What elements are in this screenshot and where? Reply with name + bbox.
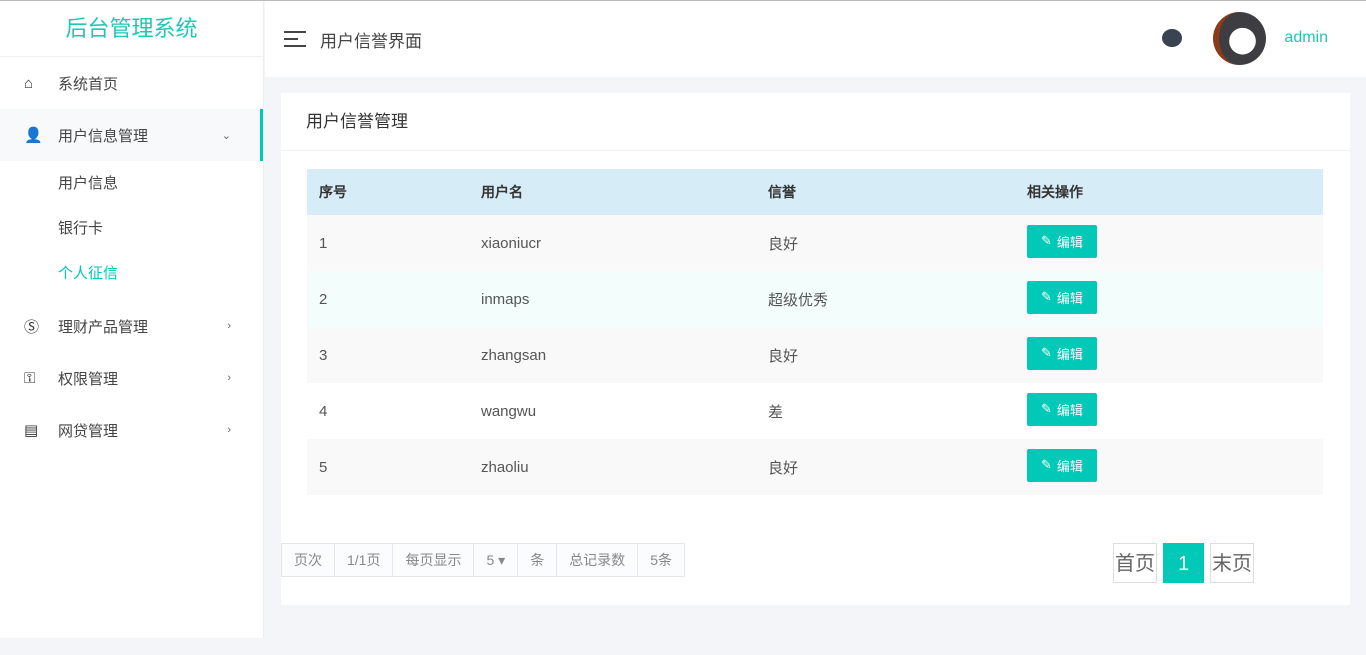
col-header: 相关操作 (1015, 169, 1323, 215)
cell-index: 3 (307, 327, 469, 383)
edit-label: 编辑 (1056, 402, 1083, 418)
sidebar-item-label: 权限管理 (58, 370, 119, 388)
table-row: 2 inmaps 超级优秀 ✎ 编辑 (307, 271, 1323, 327)
sidebar-item-permissions[interactable]: ⚿ 权限管理 › (0, 352, 263, 404)
col-header: 信誉 (756, 169, 1015, 215)
last-page-button[interactable]: 末页 (1210, 543, 1254, 583)
sidebar-item-label: 网贷管理 (58, 422, 119, 440)
pencil-icon: ✎ (1041, 401, 1052, 416)
cell-index: 1 (307, 215, 469, 271)
edit-button[interactable]: ✎ 编辑 (1027, 392, 1097, 426)
cell-index: 5 (307, 439, 469, 495)
home-icon: ⌂ (24, 74, 34, 92)
chevron-right-icon: › (227, 372, 231, 384)
unit-label: 条 (518, 544, 558, 576)
pencil-icon: ✎ (1041, 233, 1052, 248)
edit-button[interactable]: ✎ 编辑 (1027, 448, 1097, 482)
edit-label: 编辑 (1056, 458, 1083, 474)
table-row: 1 xiaoniucr 良好 ✎ 编辑 (307, 215, 1323, 271)
pager: 首页 1 末页 (1113, 543, 1254, 583)
table-row: 3 zhangsan 良好 ✎ 编辑 (307, 327, 1323, 383)
card-title: 用户信誉管理 (281, 93, 1350, 151)
app-logo: 后台管理系统 (0, 1, 263, 57)
pencil-icon: ✎ (1041, 457, 1052, 472)
col-header: 序号 (307, 169, 469, 215)
sidebar-item-label: 用户信息管理 (58, 127, 149, 145)
per-page-select[interactable]: 5 ▾ (474, 544, 519, 576)
key-icon: ⚿ (24, 369, 36, 387)
first-page-button[interactable]: 首页 (1113, 543, 1157, 583)
pagination-info: 页次 1/1页 每页显示 5 ▾ 条 总记录数 5条 (281, 543, 685, 577)
sidebar-item-user-info[interactable]: 👤 用户信息管理 ⌄ (0, 109, 263, 161)
sidebar-item-loans[interactable]: ▤ 网贷管理 › (0, 404, 263, 456)
page-title: 用户信誉界面 (320, 31, 422, 51)
skype-icon: Ⓢ (24, 318, 40, 336)
table-row: 5 zhaoliu 良好 ✎ 编辑 (307, 439, 1323, 495)
sidebar-item-label: 系统首页 (58, 75, 119, 93)
page-value: 1/1页 (335, 544, 394, 576)
username[interactable]: admin (1284, 29, 1328, 47)
edit-label: 编辑 (1056, 234, 1083, 250)
palette-icon[interactable] (1162, 29, 1182, 47)
sidebar-sub-bank-card[interactable]: 银行卡 (0, 206, 263, 251)
total-value: 5条 (638, 544, 684, 576)
edit-button[interactable]: ✎ 编辑 (1027, 224, 1097, 258)
cell-index: 2 (307, 271, 469, 327)
sidebar-sub-user-info[interactable]: 用户信息 (0, 161, 263, 206)
edit-button[interactable]: ✎ 编辑 (1027, 280, 1097, 314)
cell-username: wangwu (481, 402, 537, 420)
cell-index: 4 (319, 402, 328, 420)
content-card: 用户信誉管理 序号 用户名 信誉 相关操作 1 xiaoniucr 良好 ✎ 编辑 2 in… (281, 93, 1350, 605)
message-icon: ▤ (24, 422, 39, 439)
sidebar-item-label: 理财产品管理 (58, 318, 149, 336)
table-row: 4 wangwu 差 ✎ 编辑 (307, 383, 1323, 439)
page-label: 页次 (282, 544, 335, 576)
menu-toggle-icon[interactable] (284, 31, 306, 47)
avatar[interactable] (1213, 12, 1266, 65)
user-gear-icon: 👤 (24, 127, 43, 144)
pencil-icon: ✎ (1041, 289, 1052, 304)
col-header: 用户名 (469, 169, 756, 215)
cell-username: zhangsan (469, 327, 756, 383)
header: 用户信誉界面 admin (265, 1, 1366, 77)
sidebar-sub-credit[interactable]: 个人征信 (0, 251, 263, 296)
cell-credit: 良好 (756, 215, 1015, 271)
current-page-button[interactable]: 1 (1163, 543, 1204, 583)
edit-button[interactable]: ✎ 编辑 (1027, 336, 1097, 370)
sidebar-item-home[interactable]: ⌂ 系统首页 (0, 57, 263, 109)
cell-credit: 超级优秀 (756, 271, 1015, 327)
cell-credit: 良好 (756, 439, 1015, 495)
cell-credit: 差 (768, 403, 784, 421)
pencil-icon: ✎ (1041, 345, 1052, 360)
edit-label: 编辑 (1056, 346, 1083, 362)
chevron-down-icon: ⌄ (221, 129, 231, 142)
chevron-right-icon: › (227, 424, 231, 436)
cell-username: zhaoliu (469, 439, 756, 495)
sidebar: 后台管理系统 ⌂ 系统首页 👤 用户信息管理 ⌄ 用户信息 银行卡 个人征信 Ⓢ 理财产… (0, 1, 264, 638)
cell-username: xiaoniucr (469, 215, 756, 271)
total-label: 总记录数 (557, 544, 639, 576)
credit-table: 序号 用户名 信誉 相关操作 1 xiaoniucr 良好 ✎ 编辑 2 inmaps 超级优… (307, 169, 1323, 495)
per-page-label: 每页显示 (393, 544, 475, 576)
edit-label: 编辑 (1056, 290, 1083, 306)
cell-credit: 良好 (756, 327, 1015, 383)
cell-username: inmaps (469, 271, 756, 327)
sidebar-item-finance[interactable]: Ⓢ 理财产品管理 › (0, 300, 263, 352)
chevron-right-icon: › (227, 320, 231, 332)
